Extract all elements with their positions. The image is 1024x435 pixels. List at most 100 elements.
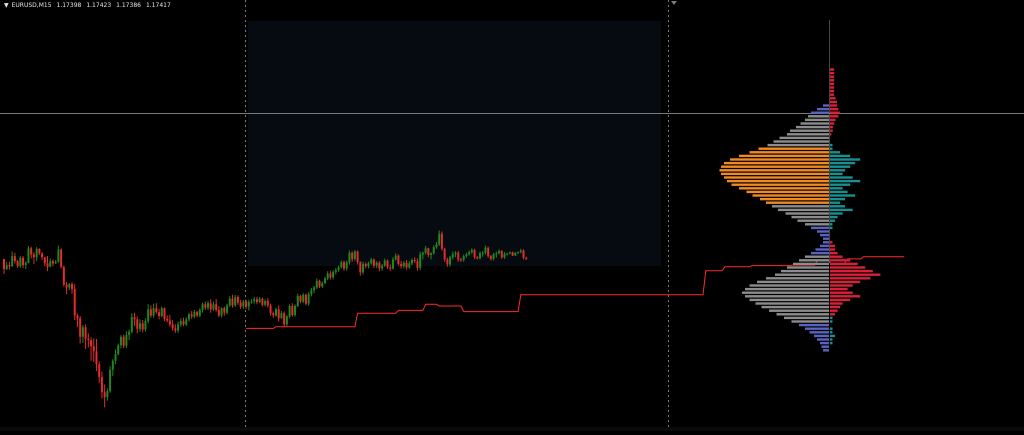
candle-body	[185, 319, 188, 325]
profile-bar-left	[790, 129, 829, 132]
profile-bar-sell	[830, 205, 846, 208]
candle-body	[432, 247, 435, 254]
candle-body	[30, 248, 33, 255]
profile-bar-left	[820, 244, 829, 248]
profile-bar-left	[775, 273, 829, 276]
profile-bar-sell	[830, 280, 861, 284]
candle-body	[345, 262, 348, 269]
profile-bar-buy	[830, 107, 839, 111]
candle-body	[247, 302, 250, 307]
candle-body	[22, 257, 25, 266]
candle-body	[158, 312, 161, 316]
candle-body	[95, 351, 98, 365]
profile-bar-left	[757, 280, 829, 284]
candle-body	[506, 253, 509, 255]
chart-area: ▼ EURUSD,M15 1.17398 1.17423 1.17386 1.17417	[0, 0, 1024, 431]
profile-bar-sell	[830, 169, 846, 172]
profile-bar-sell	[830, 309, 838, 312]
profile-bar-left	[805, 223, 829, 226]
candle-body	[359, 262, 362, 273]
profile-bar-left	[814, 334, 829, 338]
profile-bar-left	[746, 190, 829, 194]
candle-body	[220, 308, 223, 316]
profile-bar-left	[769, 309, 829, 312]
profile-bar-left	[823, 241, 829, 244]
candle-body	[334, 270, 337, 272]
candle-body	[98, 364, 101, 378]
profile-bar-left	[815, 248, 829, 251]
candle-body	[500, 251, 503, 258]
profile-bar-left	[761, 305, 829, 309]
bottom-scale-strip	[0, 427, 1024, 431]
candle-body	[337, 267, 340, 271]
candle-body	[323, 278, 326, 283]
profile-bar-left	[745, 287, 829, 291]
candle-body	[394, 255, 397, 260]
collapse-triangle-icon[interactable]: ▼	[4, 2, 9, 9]
profile-bar-buy	[830, 89, 835, 93]
candle-body	[57, 249, 60, 262]
profile-bar-sell	[830, 176, 853, 179]
profile-bar-left	[809, 331, 829, 334]
candle-body	[508, 252, 511, 254]
profile-bar-left	[739, 187, 829, 190]
candle-body	[487, 247, 490, 257]
profile-bar-sell	[830, 298, 851, 302]
candle-body	[495, 253, 498, 255]
profile-bar-sell	[830, 172, 843, 176]
candle-body	[348, 252, 351, 263]
profile-bar-sell	[830, 320, 833, 323]
candle-body	[16, 261, 19, 267]
candle-body	[198, 309, 201, 316]
candle-body	[144, 321, 147, 330]
candle-body	[152, 308, 155, 316]
profile-bar-sell	[830, 251, 838, 255]
candle-body	[481, 252, 484, 254]
profile-bar-left	[731, 183, 829, 186]
candle-body	[470, 250, 473, 253]
candle-body	[8, 265, 11, 267]
candle-body	[236, 297, 239, 303]
candle-body	[272, 313, 275, 316]
profile-bar-left	[739, 154, 829, 158]
profile-bar-buy	[830, 129, 833, 132]
profile-bar-left	[779, 136, 829, 140]
profile-bar-left	[797, 219, 829, 222]
profile-bar-left	[791, 320, 829, 323]
candle-body	[419, 254, 422, 268]
candle-body	[468, 252, 471, 255]
candle-body	[168, 320, 171, 325]
candle-body	[454, 252, 457, 254]
candle-body	[84, 327, 87, 339]
candle-body	[364, 264, 367, 267]
profile-bar-left	[773, 140, 829, 143]
candle-body	[430, 253, 433, 255]
profile-bar-left	[781, 269, 829, 273]
profile-bar-sell	[830, 241, 833, 244]
candle-body	[421, 252, 424, 255]
profile-bar-left	[785, 212, 829, 215]
profile-bar-sell	[830, 179, 861, 183]
candle-body	[234, 297, 237, 306]
candle-body	[326, 273, 329, 279]
profile-bar-left	[823, 104, 829, 107]
candle-body	[41, 253, 44, 258]
candle-body	[353, 251, 356, 259]
candle-body	[296, 295, 299, 306]
candle-body	[255, 299, 258, 302]
profile-bar-buy	[830, 111, 840, 114]
profile-bar-sell	[830, 302, 843, 305]
profile-bar-left	[817, 107, 829, 111]
candle-body	[367, 263, 370, 267]
candle-body	[413, 260, 416, 262]
candle-body	[76, 315, 79, 319]
candle	[288, 304, 291, 319]
profile-bar-buy	[830, 86, 835, 89]
candle-body	[35, 248, 38, 258]
candle-body	[201, 304, 204, 310]
candle-body	[378, 262, 381, 269]
candle-body	[65, 284, 68, 288]
profile-bar-buy	[830, 79, 835, 82]
candle-body	[362, 264, 365, 273]
profile-bar-left	[772, 205, 829, 208]
